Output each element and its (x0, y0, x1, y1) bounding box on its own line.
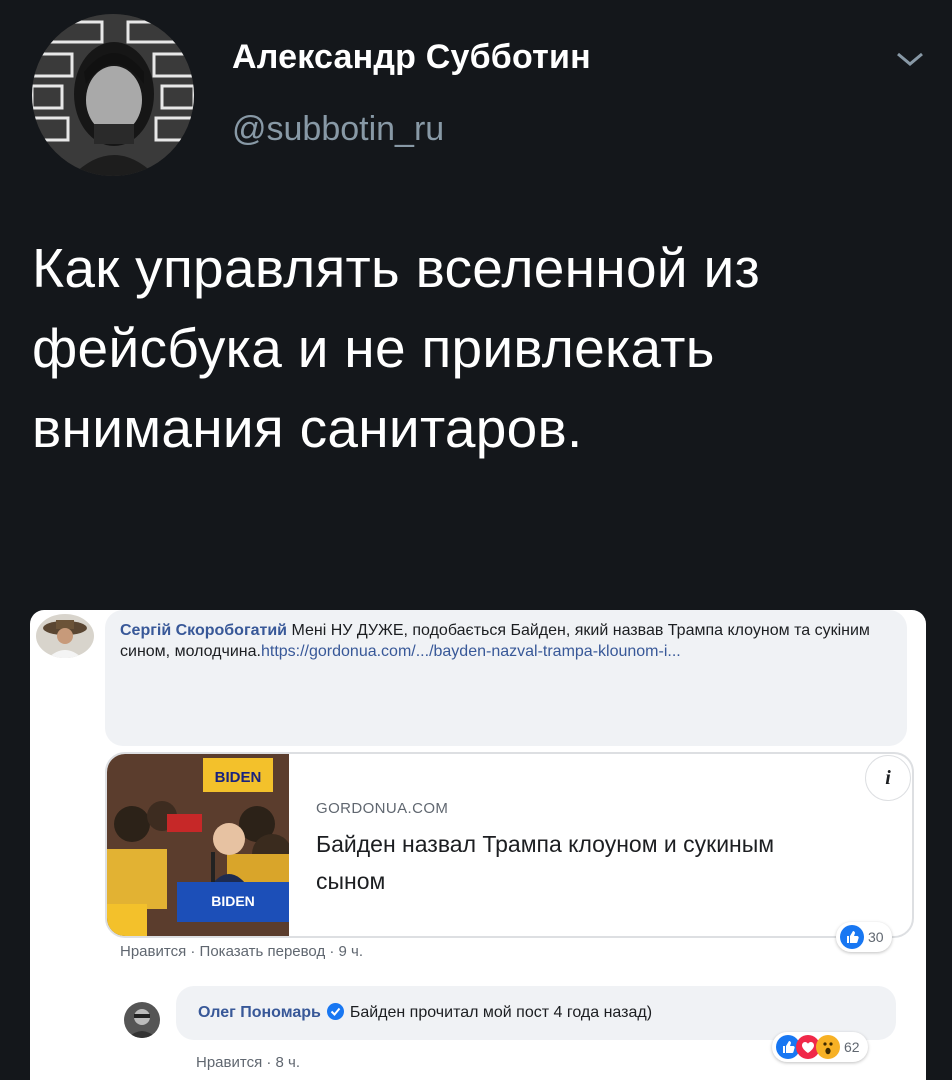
comment-link[interactable]: https://gordonua.com/.../bayden-nazval-t… (261, 643, 681, 660)
commenter-avatar (124, 1002, 160, 1038)
like-action[interactable]: Нравится (120, 943, 186, 960)
author-handle[interactable]: @subbotin_ru (232, 110, 444, 149)
author-name[interactable]: Александр Субботин (232, 38, 591, 77)
article-image: BIDEN BIDEN (107, 754, 292, 936)
comment-body: Байден прочитал мой пост 4 года назад) (349, 1004, 653, 1021)
translate-action[interactable]: Показать перевод (200, 943, 326, 960)
link-preview-card[interactable]: BIDEN BIDEN GORDONUA.COM Байден назвал Т… (105, 752, 914, 938)
reactions-count: 62 (844, 1039, 860, 1055)
comment-time[interactable]: 8 ч. (276, 1054, 301, 1071)
wow-reaction-icon (816, 1035, 840, 1059)
info-icon[interactable]: i (865, 755, 911, 801)
link-title[interactable]: Байден назвал Трампа клоуном и сукиным с… (316, 826, 836, 900)
verified-badge-icon (326, 1003, 344, 1020)
comment-author[interactable]: Олег Пономарь (198, 1004, 321, 1021)
sign-text-top: BIDEN (215, 769, 262, 786)
comment-actions: Нравится · Показать перевод · 9 ч. (120, 943, 364, 960)
commenter-avatar (36, 614, 94, 658)
comment-time[interactable]: 9 ч. (339, 943, 364, 960)
reactions-summary[interactable]: 62 (772, 1032, 868, 1062)
reactions-count: 30 (868, 929, 884, 945)
embedded-screenshot[interactable]: Сергій Скоробогатий Мені НУ ДУЖЕ, подоба… (30, 610, 926, 1080)
comment-text: Олег Пономарь Байден прочитал мой пост 4 … (198, 1003, 652, 1022)
tweet-text: Как управлять вселенной из фейсбука и не… (32, 237, 761, 459)
link-domain: GORDONUA.COM (316, 800, 449, 817)
author-avatar[interactable] (32, 14, 194, 176)
like-action[interactable]: Нравится (196, 1054, 262, 1071)
comment-text: Сергій Скоробогатий Мені НУ ДУЖЕ, подоба… (120, 620, 890, 662)
chevron-down-icon[interactable] (893, 46, 927, 72)
comment-actions: Нравится · 8 ч. (196, 1054, 301, 1071)
comment-author[interactable]: Сергій Скоробогатий (120, 622, 287, 639)
reactions-summary[interactable]: 30 (836, 922, 892, 952)
podium-text: BIDEN (211, 893, 255, 909)
like-reaction-icon (840, 925, 864, 949)
